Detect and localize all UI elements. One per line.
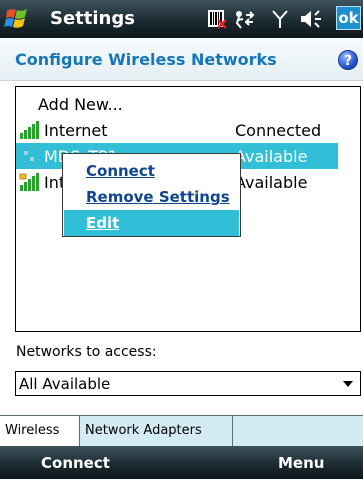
app-title: Settings [50, 8, 135, 29]
add-new-label: Add New... [38, 95, 123, 114]
context-menu: Connect Remove Settings Edit [62, 153, 241, 237]
windows-start-icon[interactable] [4, 6, 32, 32]
network-status: Connected [235, 121, 322, 140]
secured-signal-icon [19, 173, 39, 191]
help-icon[interactable]: ? [338, 50, 358, 70]
volume-icon[interactable] [299, 9, 327, 29]
connect-softkey[interactable]: Connect [41, 454, 110, 472]
page-header: Configure Wireless Networks ? [0, 38, 363, 81]
signal-strength-icon [20, 121, 39, 139]
tab-label: Wireless [5, 423, 60, 438]
networks-to-access-dropdown[interactable]: All Available [15, 371, 361, 396]
network-status: Available [235, 173, 308, 192]
no-sim-icon[interactable] [206, 9, 228, 29]
menu-item-remove-settings[interactable]: Remove Settings [64, 184, 239, 210]
menu-item-label: Edit [86, 214, 120, 232]
title-bar: Settings ok [0, 0, 363, 38]
data-connection-icon[interactable] [233, 9, 259, 29]
menu-item-edit[interactable]: Edit [64, 210, 239, 236]
networks-to-access-label: Networks to access: [16, 344, 157, 360]
add-new-network-item[interactable]: Add New... [16, 91, 338, 117]
network-name: Internet [44, 121, 108, 140]
menu-item-label: Connect [86, 162, 155, 180]
antenna-signal-icon[interactable] [271, 9, 289, 29]
tab-label: Network Adapters [85, 423, 202, 438]
network-row-internet-connected[interactable]: Internet Connected [16, 117, 338, 143]
menu-item-label: Remove Settings [86, 188, 230, 206]
page-title: Configure Wireless Networks [15, 50, 277, 69]
menu-item-connect[interactable]: Connect [64, 158, 239, 184]
softkey-bar: Connect Menu [0, 446, 363, 479]
menu-softkey[interactable]: Menu [278, 454, 324, 472]
network-status: Available [235, 147, 308, 166]
dropdown-value: All Available [19, 375, 111, 393]
ok-button[interactable]: ok [336, 6, 361, 30]
tab-wireless[interactable]: Wireless [0, 416, 80, 446]
tab-network-adapters[interactable]: Network Adapters [80, 416, 233, 446]
chevron-down-icon [343, 381, 353, 387]
ad-hoc-network-icon [20, 147, 38, 165]
tab-strip: Wireless Network Adapters [0, 415, 363, 446]
